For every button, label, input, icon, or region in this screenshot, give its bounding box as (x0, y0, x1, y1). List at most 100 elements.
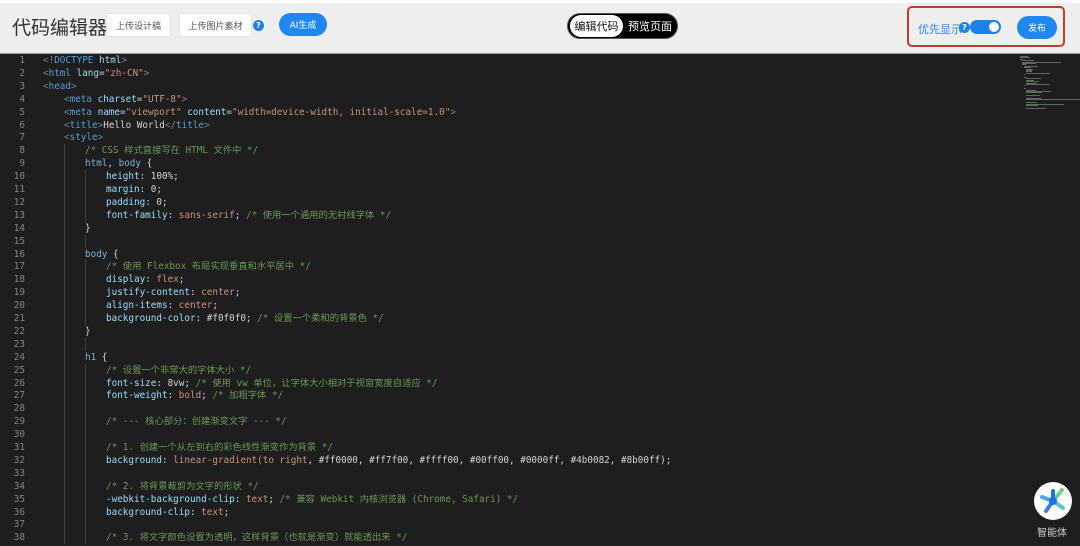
code-line[interactable]: 10 height: 100%; (0, 170, 1000, 184)
code-line[interactable]: 23 (0, 337, 1000, 351)
indent-guide (85, 286, 86, 300)
code-line[interactable]: 29 /* --- 核心部分：创建渐变文字 --- */ (0, 415, 1000, 429)
code-token: ; (234, 287, 241, 299)
code-line[interactable]: 14} (0, 221, 1000, 235)
code-line[interactable]: 18 display: flex; (0, 273, 1000, 287)
code-token: > (121, 55, 127, 66)
code-token: "width=device-width, initial-scale=1.0" (232, 106, 451, 118)
code-token: } (85, 222, 91, 234)
toggle-knob (989, 22, 999, 32)
code-token: : 0; (145, 196, 168, 208)
code-token: "zh-CN" (104, 67, 144, 79)
code-token: /* 2. 将背景裁剪为文字的形状 */ (106, 480, 259, 492)
line-number: 7 (19, 132, 25, 144)
code-line[interactable]: 34 /* 2. 将背景裁剪为文字的形状 */ (0, 479, 1000, 493)
indent-guide (64, 144, 65, 158)
indent-guide (64, 492, 65, 506)
line-number: 16 (13, 248, 25, 260)
code-line[interactable]: 15 (0, 234, 1000, 248)
code-text: /* --- 核心部分：创建渐变文字 --- */ (106, 415, 287, 428)
line-number: 18 (13, 274, 25, 286)
code-line[interactable]: 4 <meta charset="UTF-8"> (0, 93, 1000, 106)
code-token: background-color (106, 313, 196, 324)
priority-display-label: 优先显示 (918, 23, 962, 36)
code-line[interactable]: 8 /* CSS 样式直接写在 HTML 文件中 */ (0, 144, 1000, 158)
code-token: background-clip (106, 506, 190, 518)
code-line[interactable]: 19 justify-content: center; (0, 286, 1000, 300)
agent-button[interactable] (1034, 482, 1072, 520)
tab-preview-page[interactable]: 预览页面 (623, 18, 677, 34)
priority-display-toggle[interactable] (970, 20, 1001, 34)
code-line[interactable]: 21 background-color: #f0f0f0; /* 设置一个柔和的背… (0, 312, 1000, 325)
code-token: ; (212, 300, 218, 312)
code-line[interactable]: 6 <title>Hello World</title> (0, 119, 1000, 132)
line-number: 11 (13, 184, 25, 195)
line-number: 26 (13, 377, 25, 389)
ai-generate-button[interactable]: AI生成 (279, 13, 327, 36)
code-line[interactable]: 35 -webkit-background-clip: text; /* 兼容 W… (0, 492, 1000, 506)
code-line[interactable]: 26 font-size: 8vw; /* 使用 vw 单位，让字体大小相对于视窗… (0, 376, 1000, 390)
upload-design-button[interactable]: 上传设计稿 (106, 13, 171, 37)
code-token: , #ff0000, #ff7f00, #ffff00, #00ff00, #0… (307, 454, 672, 466)
code-line[interactable]: 38 /* 3. 将文字颜色设置为透明，这样背景（也就是渐变）就能透出来 */ (0, 531, 1000, 545)
code-line[interactable]: 28 (0, 402, 1000, 416)
code-line[interactable]: 16 body { (0, 247, 1000, 261)
tab-edit-code[interactable]: 编辑代码 (570, 15, 623, 37)
code-line[interactable]: 33 (0, 466, 1000, 480)
publish-button[interactable]: 发布 (1017, 16, 1057, 39)
code-line[interactable]: 1 <!DOCTYPE html> (0, 54, 1000, 67)
code-line[interactable]: 20 align-items: center; (0, 299, 1000, 313)
code-line[interactable]: 13 font-family: sans-serif; /* 使用一个通用的无衬线… (0, 208, 1000, 222)
code-text: /* 设置一个非常大的字体大小 */ (106, 364, 251, 377)
line-number: 12 (13, 196, 25, 208)
line-number: 38 (13, 532, 25, 544)
code-line[interactable]: 7 <style> (0, 131, 1000, 144)
code-line[interactable]: 37 (0, 518, 1000, 532)
code-line[interactable]: 24 h1 { (0, 350, 1000, 364)
line-number: 30 (13, 429, 25, 441)
indent-guide (64, 363, 65, 377)
code-token: /* 使用 Flexbox 布局实现垂直和水平居中 */ (106, 261, 311, 273)
code-token: /* --- 核心部分：创建渐变文字 --- */ (106, 416, 287, 428)
code-line[interactable]: 9 html, body { (0, 157, 1000, 171)
code-token: sans-serif (178, 209, 235, 221)
code-token: ; (234, 209, 246, 221)
indent-guide (64, 350, 65, 364)
code-editor[interactable]: 1 <!DOCTYPE html> 2 <html lang="zh-CN"> 3 <he… (0, 54, 1080, 546)
code-text: /* 2. 将背景裁剪为文字的形状 */ (106, 480, 259, 493)
code-token: <! (43, 55, 55, 66)
code-line[interactable]: 2 <html lang="zh-CN"> (0, 67, 1000, 80)
minimap-line (1026, 105, 1039, 106)
code-line[interactable]: 32 background: linear-gradient(to right, … (0, 453, 1000, 467)
indent-guide (64, 518, 65, 532)
line-number: 10 (13, 171, 25, 183)
code-line[interactable]: 30 (0, 428, 1000, 442)
indent-guide (85, 441, 86, 454)
code-line[interactable]: 36 background-clip: text; (0, 505, 1000, 519)
line-number: 6 (19, 119, 25, 131)
code-line[interactable]: 31 /* 1. 创建一个从左到右的彩色线性渐变作为背景 */ (0, 441, 1000, 454)
minimap[interactable] (1020, 56, 1080, 111)
indent-guide (64, 299, 65, 313)
code-token: margin (106, 184, 140, 195)
code-line[interactable]: 22} (0, 324, 1000, 338)
code-text: background-color: #f0f0f0; /* 设置一个柔和的背景色… (106, 312, 384, 325)
code-token: /* 使用一个通用的无衬线字体 */ (245, 209, 392, 221)
code-token: display (106, 274, 146, 286)
indent-guide (64, 221, 65, 235)
code-line[interactable]: 27 font-weight: bold; /* 加粗字体 */ (0, 389, 1000, 403)
code-text: display: flex; (106, 273, 184, 286)
code-line[interactable]: 17 /* 使用 Flexbox 布局实现垂直和水平居中 */ (0, 260, 1000, 274)
code-token: > (143, 67, 150, 79)
indent-guide (64, 286, 65, 300)
code-line[interactable]: 25 /* 设置一个非常大的字体大小 */ (0, 363, 1000, 377)
upload-image-button[interactable]: 上传图片素材 (179, 13, 252, 37)
help-icon[interactable]: ? (253, 20, 264, 31)
code-line[interactable]: 3 <head> (0, 80, 1000, 93)
code-line[interactable]: 5 <meta name="viewport" content="width=de… (0, 106, 1000, 119)
priority-help-icon[interactable]: ? (959, 22, 970, 33)
indent-guide (85, 260, 86, 274)
code-line[interactable]: 12 padding: 0; (0, 195, 1000, 209)
code-token: > (204, 119, 210, 131)
code-line[interactable]: 11 margin: 0; (0, 183, 1000, 196)
